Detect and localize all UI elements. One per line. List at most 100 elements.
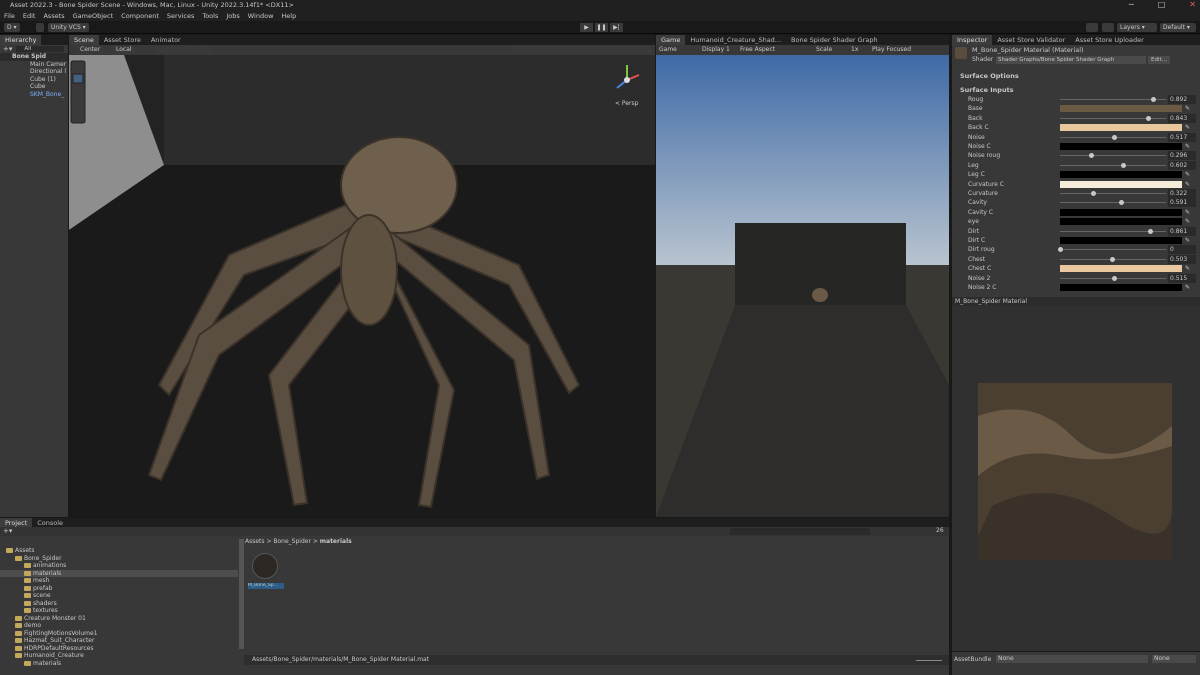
property-value[interactable]: 0 [1168, 245, 1196, 255]
folder-item[interactable]: FightingMotionsVolume1 [0, 630, 238, 638]
property-row[interactable]: Noise 0.517 [968, 132, 1198, 142]
slider-knob[interactable] [1120, 162, 1126, 168]
eyedropper-icon[interactable]: ✎ [1185, 123, 1190, 132]
property-value[interactable]: 0.602 [1168, 160, 1196, 170]
tree-scrollbar[interactable] [239, 539, 244, 649]
space-dropdown[interactable]: Local [113, 46, 135, 54]
folder-item[interactable]: Assets [0, 547, 238, 555]
asset-label[interactable]: M_Bone_Sp... [248, 583, 284, 589]
game-viewport[interactable] [656, 55, 949, 517]
color-swatch[interactable] [1060, 208, 1182, 216]
folder-item[interactable]: materials [0, 569, 238, 577]
eyedropper-icon[interactable]: ✎ [1185, 180, 1190, 189]
property-value[interactable]: 0.515 [1168, 273, 1196, 283]
folder-item[interactable]: mesh [0, 577, 238, 585]
persp-label[interactable]: < Persp [615, 100, 639, 107]
property-row[interactable]: Dirt 0.861 [968, 226, 1198, 236]
property-row[interactable]: Noise 2 0.515 [968, 273, 1198, 283]
assetbundle-dropdown[interactable]: None [996, 655, 1148, 663]
color-swatch[interactable] [1060, 237, 1182, 244]
create-icon[interactable]: +▾ [3, 527, 12, 535]
property-slider[interactable] [1060, 155, 1166, 157]
property-value[interactable]: 0.322 [1168, 189, 1196, 198]
hierarchy-search[interactable]: All [16, 46, 64, 52]
tab-scene[interactable]: Scene [69, 35, 99, 45]
tab-humanoid-shader[interactable]: Humanoid_Creature_Shad... [685, 35, 786, 45]
hierarchy-item[interactable]: Directional l [0, 68, 68, 76]
folder-item[interactable]: Creature Monster 01 [0, 615, 238, 623]
hierarchy-item[interactable]: Cube [0, 83, 68, 91]
grid-snap-icon[interactable] [155, 46, 173, 54]
property-slider[interactable] [1060, 193, 1166, 194]
folder-item[interactable]: demo [0, 622, 238, 630]
property-row[interactable]: Curvature C ✎ [968, 180, 1198, 189]
step-button[interactable]: ▶| [610, 23, 623, 32]
property-slider[interactable] [1060, 164, 1166, 166]
tool-palette[interactable] [70, 60, 86, 124]
property-row[interactable]: eye ✎ [968, 217, 1198, 226]
pause-button[interactable]: ❚❚ [595, 23, 608, 32]
display-dropdown[interactable]: Display 1 [702, 45, 730, 55]
property-value[interactable]: 0.296 [1168, 151, 1196, 161]
eyedropper-icon[interactable]: ✎ [1185, 142, 1190, 151]
property-row[interactable]: Noise C ✎ [968, 142, 1198, 151]
property-row[interactable]: Cavity 0.591 [968, 198, 1198, 208]
play-focused-dropdown[interactable]: Play Focused [872, 45, 911, 55]
property-slider[interactable] [1060, 249, 1166, 251]
hierarchy-scene-root[interactable]: Bone Spid [0, 53, 68, 61]
color-swatch[interactable] [1060, 218, 1182, 226]
property-value[interactable]: 0.843 [1168, 113, 1196, 123]
eyedropper-icon[interactable]: ✎ [1185, 264, 1190, 273]
hierarchy-item[interactable]: Main Camer [0, 61, 68, 69]
account-dropdown[interactable]: D ▾ [4, 23, 20, 32]
search-icon[interactable] [1102, 23, 1114, 32]
slider-knob[interactable] [1058, 247, 1063, 253]
tab-game[interactable]: Game [656, 35, 686, 45]
folder-item[interactable]: Hazmat_Suit_Character [0, 637, 238, 645]
slider-knob[interactable] [1111, 275, 1117, 281]
slider-knob[interactable] [1111, 134, 1117, 140]
eyedropper-icon[interactable]: ✎ [1185, 217, 1190, 226]
color-swatch[interactable] [1060, 284, 1182, 291]
folder-item[interactable]: textures [0, 607, 238, 615]
color-swatch[interactable] [1060, 105, 1182, 113]
menu-jobs[interactable]: Jobs [222, 11, 243, 21]
material-preview[interactable] [952, 306, 1200, 651]
color-swatch[interactable] [1060, 265, 1182, 273]
tab-bone-spider-shader[interactable]: Bone Spider Shader Graph [786, 35, 883, 45]
folder-item[interactable]: scene [0, 592, 238, 600]
property-row[interactable]: Noise roug 0.296 [968, 151, 1198, 161]
layout-dropdown[interactable]: Default ▾ [1160, 23, 1196, 32]
scale-value[interactable]: 1x [851, 45, 858, 55]
minimize-button[interactable]: ─ [1129, 0, 1134, 9]
property-row[interactable]: Leg C ✎ [968, 170, 1198, 179]
tab-asset-store-validator[interactable]: Asset Store Validator [992, 35, 1070, 45]
vcs-dropdown[interactable]: Unity VCS ▾ [48, 23, 89, 32]
increment-snap-icon[interactable] [175, 46, 193, 54]
maximize-button[interactable]: □ [1158, 0, 1166, 9]
snap-settings-icon[interactable] [193, 46, 211, 54]
add-icon[interactable]: +▾ [3, 45, 12, 53]
game-mode-dropdown[interactable]: Game [659, 45, 677, 55]
property-row[interactable]: Noise 2 C ✎ [968, 283, 1198, 292]
layers-dropdown[interactable]: Layers ▾ [1117, 23, 1157, 32]
tab-asset-store-uploader[interactable]: Asset Store Uploader [1070, 35, 1149, 45]
property-row[interactable]: Cavity C ✎ [968, 208, 1198, 217]
menu-tools[interactable]: Tools [198, 11, 222, 21]
slider-knob[interactable] [1110, 256, 1116, 262]
property-slider[interactable] [1060, 202, 1166, 204]
slider-knob[interactable] [1119, 200, 1125, 206]
scene-viewport[interactable]: < Persp [69, 55, 655, 517]
breadcrumb-bone-spider[interactable]: Bone_Spider [273, 538, 311, 545]
slider-knob[interactable] [1150, 97, 1156, 102]
hierarchy-item-prefab[interactable]: SKM_Bone_ [0, 91, 68, 99]
shader-dropdown[interactable]: Shader Graphs/Bone Spider Shader Graph [996, 56, 1146, 64]
project-search-input[interactable] [730, 528, 870, 535]
slider-knob[interactable] [1091, 191, 1097, 196]
property-row[interactable]: Back 0.843 [968, 113, 1198, 123]
eyedropper-icon[interactable]: ✎ [1185, 208, 1190, 217]
folder-item[interactable]: Humanoid_Creature [0, 652, 238, 660]
color-swatch[interactable] [1060, 171, 1182, 179]
surface-options-foldout[interactable]: Surface Options [960, 72, 1019, 80]
folder-item[interactable]: Bone_Spider [0, 555, 238, 563]
